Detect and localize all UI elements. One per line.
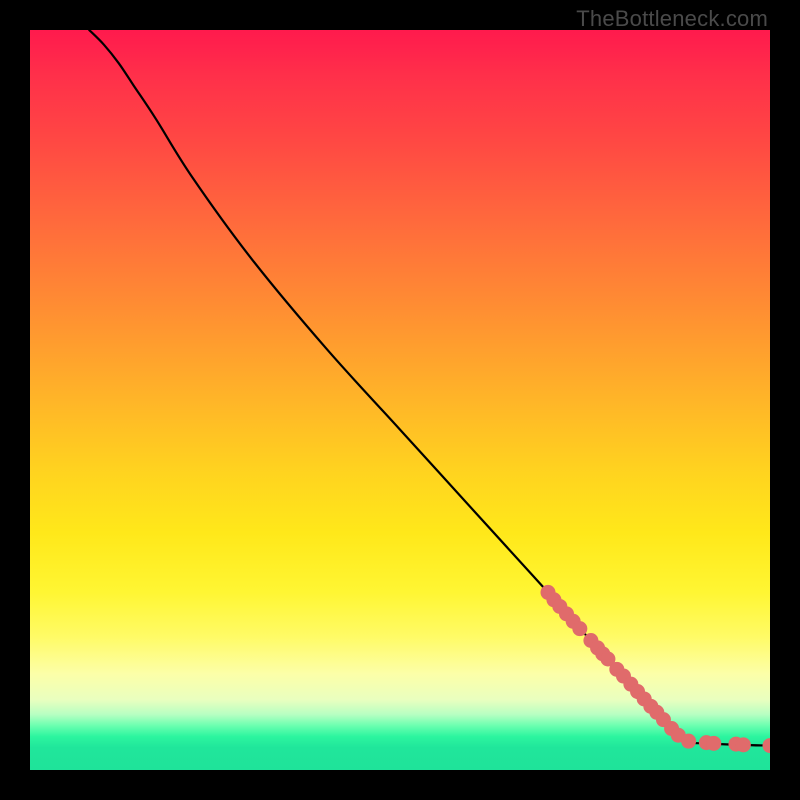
chart-frame: TheBottleneck.com: [0, 0, 800, 800]
scatter-group: [541, 585, 771, 753]
data-point: [736, 737, 751, 752]
curve-line: [89, 30, 770, 746]
data-point: [763, 738, 771, 753]
plot-area: [30, 30, 770, 770]
data-point: [681, 734, 696, 749]
chart-overlay: [30, 30, 770, 770]
data-point: [572, 621, 587, 636]
watermark-text: TheBottleneck.com: [576, 6, 768, 32]
data-point: [706, 736, 721, 751]
